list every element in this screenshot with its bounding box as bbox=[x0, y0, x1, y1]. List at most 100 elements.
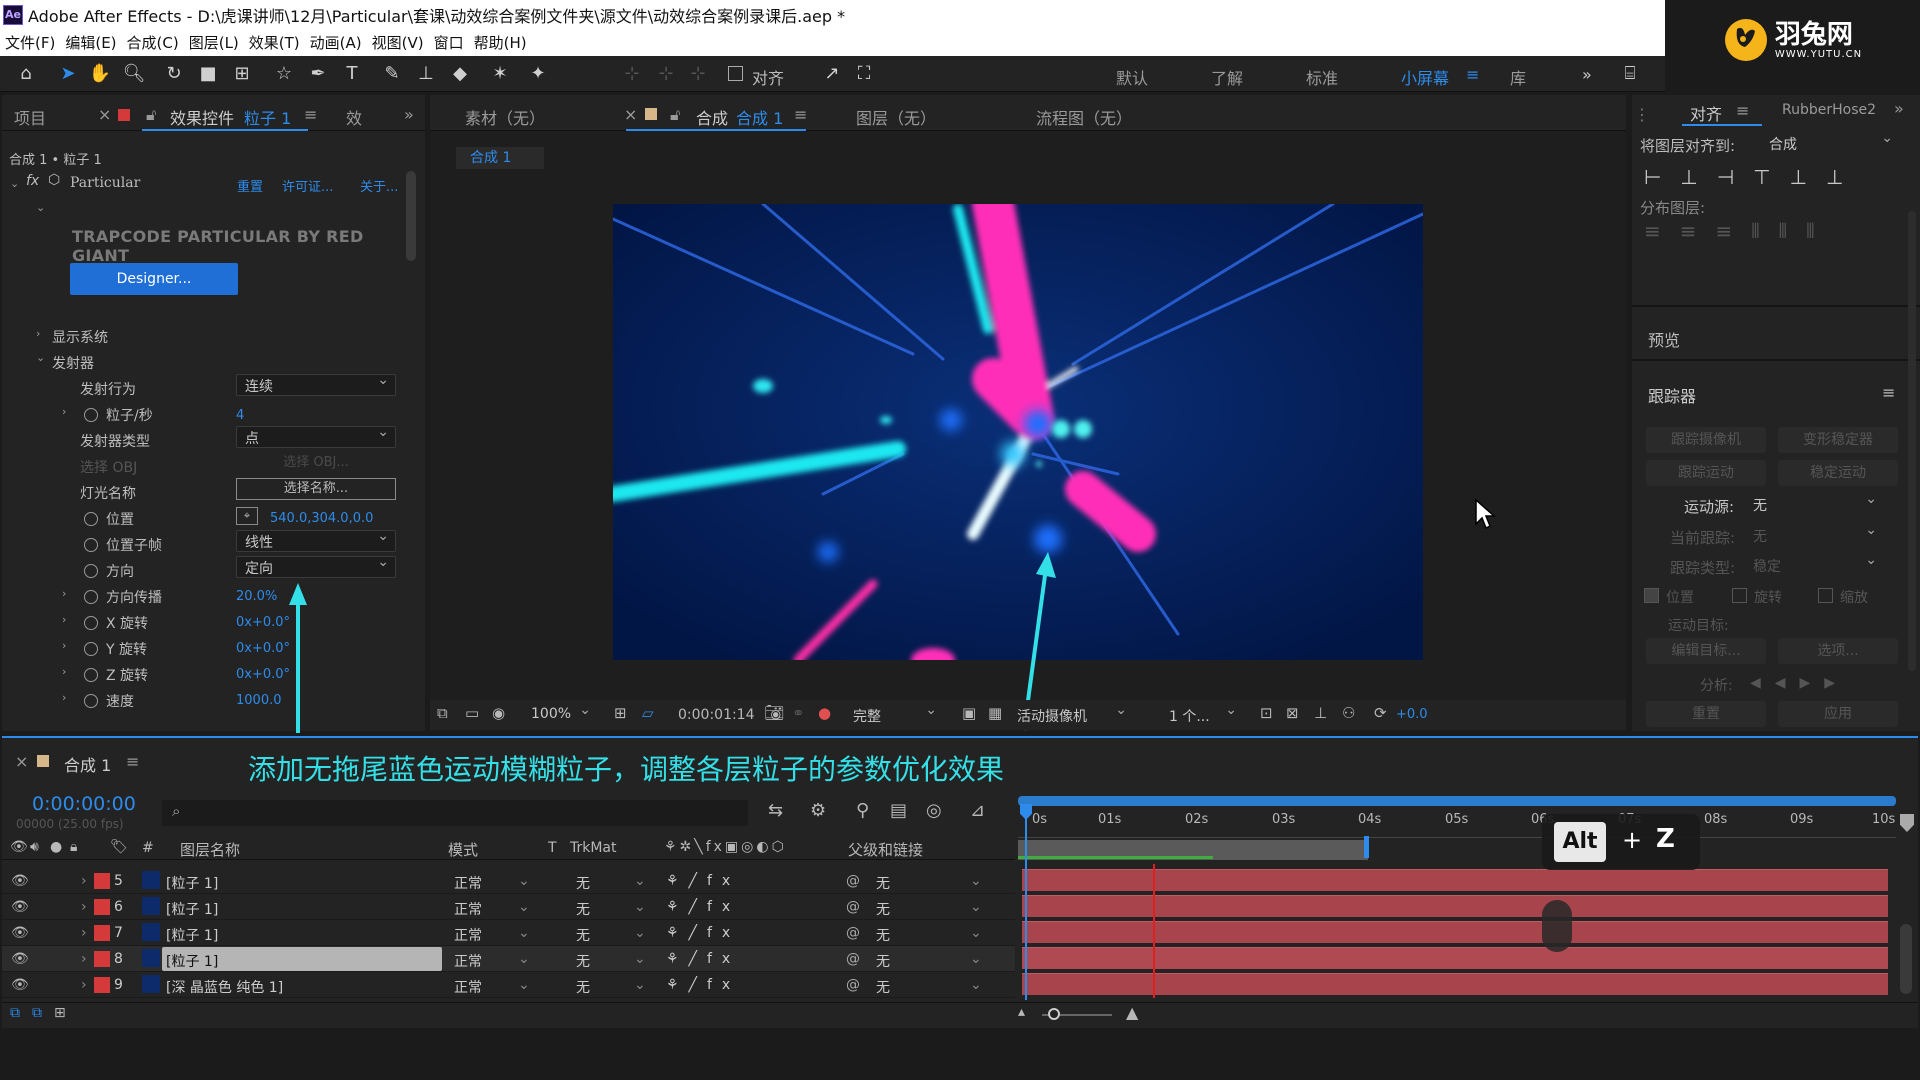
tab-rubberhose[interactable]: RubberHose2 bbox=[1782, 102, 1876, 118]
modes-toggle-icon[interactable]: ⧉ bbox=[32, 1005, 42, 1021]
mode-dropdown-icon[interactable]: ⌄ bbox=[518, 977, 530, 993]
expand-row-icon[interactable]: › bbox=[81, 951, 87, 967]
comp-viewer[interactable] bbox=[613, 204, 1423, 660]
tab-align[interactable]: 对齐 bbox=[1690, 101, 1722, 125]
fast-preview-icon[interactable]: ⊠ bbox=[1286, 704, 1299, 722]
pen-tool-icon[interactable]: ✒ bbox=[306, 62, 330, 86]
panel-menu-icon[interactable]: ≡ bbox=[126, 752, 139, 771]
table-row[interactable]: 👁︎ › 6 [粒子 1] 正常 ⌄ 无 ⌄ ⚘╱fx @ 无 ⌄ bbox=[2, 894, 1015, 920]
table-row[interactable]: 👁︎ › 7 [粒子 1] 正常 ⌄ 无 ⌄ ⚘╱fx @ 无 ⌄ bbox=[2, 920, 1015, 946]
layer-name[interactable]: [粒子 1] bbox=[166, 899, 218, 919]
scrollbar-thumb[interactable] bbox=[1908, 211, 1916, 671]
expand-z-rotation-icon[interactable]: › bbox=[62, 665, 66, 678]
group-emitter[interactable]: 发射器 bbox=[52, 353, 94, 373]
table-row[interactable]: 👁︎ › 5 [粒子 1] 正常 ⌄ 无 ⌄ ⚘╱fx @ 无 ⌄ bbox=[2, 868, 1015, 894]
tab-footage[interactable]: 素材（无） bbox=[465, 105, 545, 129]
menu-window[interactable]: 窗口 bbox=[429, 32, 469, 53]
layer-trkmat[interactable]: 无 bbox=[576, 977, 590, 997]
prop-particles-sec-value[interactable]: 4 bbox=[236, 408, 244, 423]
zoom-in-icon[interactable]: ▲ bbox=[1126, 1003, 1138, 1022]
channels-icon[interactable]: ● bbox=[818, 704, 831, 722]
prop-emitter-type-dropdown[interactable]: 点 bbox=[236, 424, 396, 448]
timeline-current-time[interactable]: 0:00:00:00 bbox=[32, 793, 136, 815]
parent-dropdown-icon[interactable]: ⌄ bbox=[970, 977, 982, 993]
zoom-slider-thumb[interactable] bbox=[1048, 1008, 1060, 1020]
layer-duration-bar[interactable] bbox=[1022, 895, 1888, 917]
label-color-swatch[interactable] bbox=[94, 925, 110, 941]
layer-duration-bar[interactable] bbox=[1022, 921, 1888, 943]
expand-row-icon[interactable]: › bbox=[81, 873, 87, 889]
tab-flowchart[interactable]: 流程图（无） bbox=[1036, 105, 1132, 129]
zoom-dropdown[interactable]: 100% bbox=[522, 702, 598, 726]
col-layer-name[interactable]: 图层名称 bbox=[180, 839, 240, 860]
layer-switches[interactable]: ⚘╱fx bbox=[666, 873, 740, 889]
tab-composition-name[interactable]: 合成 1 bbox=[736, 105, 783, 129]
snap-frame-icon[interactable]: ⛶ bbox=[852, 62, 876, 86]
brush-tool-icon[interactable]: ✎ bbox=[380, 62, 404, 86]
layer-mode[interactable]: 正常 bbox=[454, 925, 482, 945]
close-tab-icon[interactable]: × bbox=[15, 752, 28, 771]
close-tab-icon[interactable]: × bbox=[624, 105, 637, 124]
eye-icon[interactable]: 👁︎ bbox=[11, 873, 29, 889]
pickwhip-icon[interactable]: @ bbox=[846, 925, 860, 941]
menu-composition[interactable]: 合成(C) bbox=[122, 32, 184, 53]
layer-parent[interactable]: 无 bbox=[876, 899, 890, 919]
search-help-icon[interactable]: ⌸ bbox=[1618, 62, 1642, 86]
workspace-standard[interactable]: 标准 bbox=[1306, 65, 1338, 89]
stopwatch-icon[interactable] bbox=[84, 616, 98, 630]
stopwatch-icon[interactable] bbox=[84, 694, 98, 708]
more-tabs-icon[interactable]: » bbox=[404, 105, 414, 124]
prop-direction-spread-value[interactable]: 20.0% bbox=[236, 589, 277, 604]
collapse-effect-icon[interactable]: ⌄ bbox=[10, 177, 19, 190]
layer-duration-bar[interactable] bbox=[1022, 973, 1888, 995]
about-link[interactable]: 关于... bbox=[360, 176, 398, 195]
tab-composition[interactable]: 合成 bbox=[696, 105, 728, 129]
label-color-swatch[interactable] bbox=[94, 899, 110, 915]
tab-effects-presets[interactable]: 效 bbox=[346, 105, 362, 129]
layer-name[interactable]: [粒子 1] bbox=[166, 925, 218, 945]
prop-light-name-button[interactable]: 选择名称... bbox=[236, 478, 396, 500]
lock-icon[interactable]: 🔓︎ bbox=[146, 105, 156, 125]
roto-brush-tool-icon[interactable]: ✶ bbox=[488, 62, 512, 86]
comp-chip[interactable]: 合成 1 bbox=[456, 147, 544, 169]
timeline-scrollbar[interactable] bbox=[1900, 924, 1912, 994]
panel-menu-icon[interactable]: ≡ bbox=[1736, 101, 1749, 120]
stopwatch-icon[interactable] bbox=[84, 642, 98, 656]
vr-icon[interactable]: ◉ bbox=[492, 704, 505, 722]
view-layout-dropdown[interactable]: 1 个... bbox=[1160, 702, 1244, 726]
snap-edge-icon[interactable]: ↗ bbox=[820, 62, 844, 86]
group-display-system[interactable]: 显示系统 bbox=[52, 327, 108, 347]
work-area-bar[interactable] bbox=[1018, 796, 1896, 806]
clone-stamp-tool-icon[interactable]: ⊥ bbox=[414, 62, 438, 86]
panel-menu-icon[interactable]: ≡ bbox=[1882, 383, 1895, 402]
mask-visibility-icon[interactable]: ▱ bbox=[642, 704, 654, 722]
scrollbar-thumb[interactable] bbox=[406, 171, 416, 261]
preview-panel-title[interactable]: 预览 bbox=[1648, 327, 1680, 351]
rotate-tool-icon[interactable]: ↻ bbox=[162, 62, 186, 86]
mode-dropdown-icon[interactable]: ⌄ bbox=[518, 899, 530, 915]
expand-row-icon[interactable]: › bbox=[81, 899, 87, 915]
layer-parent[interactable]: 无 bbox=[876, 951, 890, 971]
expand-row-icon[interactable]: › bbox=[81, 925, 87, 941]
hand-tool-icon[interactable]: ✋ bbox=[88, 62, 112, 86]
layer-parent[interactable]: 无 bbox=[876, 977, 890, 997]
workspace-small-screen[interactable]: 小屏幕 bbox=[1401, 65, 1449, 89]
stopwatch-icon[interactable] bbox=[84, 668, 98, 682]
reset-link[interactable]: 重置 bbox=[237, 176, 263, 195]
monitor-icon[interactable]: ▭ bbox=[465, 704, 479, 722]
workspace-library[interactable]: 库 bbox=[1510, 65, 1526, 89]
collapse-emitter-icon[interactable]: ⌄ bbox=[36, 351, 45, 364]
eye-icon[interactable]: 👁︎ bbox=[11, 899, 29, 915]
expand-velocity-icon[interactable]: › bbox=[62, 691, 66, 704]
eye-icon[interactable]: 👁︎ bbox=[11, 977, 29, 993]
prop-y-rotation-value[interactable]: 0x+0.0° bbox=[236, 641, 290, 656]
always-preview-icon[interactable]: ⧉ bbox=[437, 704, 448, 722]
selection-tool-icon[interactable]: ➤ bbox=[56, 62, 80, 86]
shy-layers-icon[interactable]: ⚲ bbox=[856, 800, 869, 821]
pickwhip-icon[interactable]: @ bbox=[846, 951, 860, 967]
tab-layer[interactable]: 图层（无） bbox=[856, 105, 936, 129]
panel-menu-icon[interactable]: ≡ bbox=[794, 105, 807, 124]
menu-effect[interactable]: 效果(T) bbox=[244, 32, 305, 53]
close-tab-icon[interactable]: × bbox=[98, 105, 111, 124]
trkmat-dropdown-icon[interactable]: ⌄ bbox=[634, 977, 646, 993]
